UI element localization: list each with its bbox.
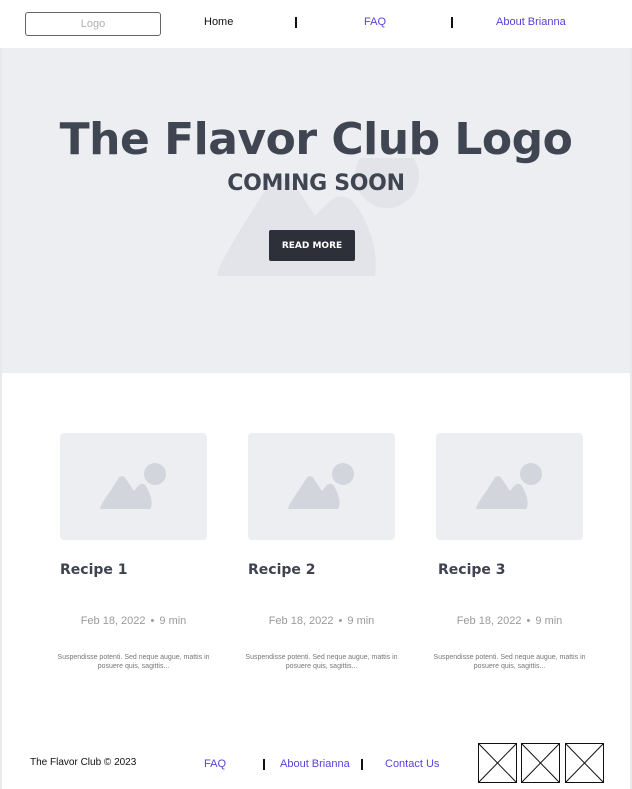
recipe-image[interactable] bbox=[436, 433, 583, 540]
recipe-title[interactable]: Recipe 1 bbox=[60, 562, 128, 578]
recipe-duration: 9 min bbox=[159, 615, 187, 627]
image-placeholder-icon bbox=[288, 463, 354, 509]
hero-section: The Flavor Club Logo COMING SOON READ MO… bbox=[2, 48, 630, 373]
footer-separator bbox=[361, 759, 363, 770]
recipe-duration: 9 min bbox=[347, 615, 375, 627]
image-placeholder-icon bbox=[100, 463, 166, 509]
meta-separator: • bbox=[526, 615, 531, 627]
recipe-excerpt: Suspendisse potenti. Sed neque augue, ma… bbox=[433, 654, 586, 670]
logo-placeholder[interactable]: Logo bbox=[25, 12, 161, 36]
meta-separator: • bbox=[150, 615, 155, 627]
recipe-date: Feb 18, 2022 bbox=[268, 615, 334, 627]
nav-link-about[interactable]: About Brianna bbox=[496, 16, 566, 28]
meta-separator: • bbox=[338, 615, 343, 627]
recipe-date: Feb 18, 2022 bbox=[456, 615, 522, 627]
read-more-button[interactable]: READ MORE bbox=[269, 230, 355, 261]
recipe-excerpt: Suspendisse potenti. Sed neque augue, ma… bbox=[57, 654, 210, 670]
footer-copyright: The Flavor Club © 2023 bbox=[30, 757, 137, 768]
recipe-title[interactable]: Recipe 3 bbox=[438, 562, 506, 578]
recipe-card[interactable]: Recipe 2 Feb 18, 2022 • 9 min Suspendisse … bbox=[245, 433, 398, 670]
image-placeholder-icon bbox=[476, 463, 542, 509]
recipe-date: Feb 18, 2022 bbox=[80, 615, 146, 627]
footer-link-contact[interactable]: Contact Us bbox=[385, 758, 439, 770]
recipe-meta: Feb 18, 2022 • 9 min bbox=[248, 615, 395, 627]
hero-subtitle: COMING SOON bbox=[227, 171, 405, 196]
recipe-meta: Feb 18, 2022 • 9 min bbox=[436, 615, 583, 627]
nav-separator bbox=[451, 17, 453, 28]
site-header: Logo Home FAQ About Brianna bbox=[0, 0, 632, 48]
hero-title: The Flavor Club Logo bbox=[59, 114, 573, 165]
nav-separator bbox=[295, 17, 297, 28]
footer-link-faq[interactable]: FAQ bbox=[204, 758, 226, 770]
social-placeholder-icon[interactable] bbox=[565, 743, 604, 783]
footer-separator bbox=[263, 759, 265, 770]
recipe-meta: Feb 18, 2022 • 9 min bbox=[60, 615, 207, 627]
recipe-duration: 9 min bbox=[535, 615, 563, 627]
nav-link-home[interactable]: Home bbox=[204, 16, 233, 28]
recipe-card[interactable]: Recipe 1 Feb 18, 2022 • 9 min Suspendisse … bbox=[57, 433, 210, 670]
social-placeholder-icon[interactable] bbox=[521, 743, 560, 783]
recipe-image[interactable] bbox=[60, 433, 207, 540]
recipe-excerpt: Suspendisse potenti. Sed neque augue, ma… bbox=[245, 654, 398, 670]
social-placeholder-icon[interactable] bbox=[478, 743, 517, 783]
recipe-card[interactable]: Recipe 3 Feb 18, 2022 • 9 min Suspendisse … bbox=[433, 433, 586, 670]
recipe-image[interactable] bbox=[248, 433, 395, 540]
recipe-title[interactable]: Recipe 2 bbox=[248, 562, 316, 578]
footer-link-about[interactable]: About Brianna bbox=[280, 758, 350, 770]
nav-link-faq[interactable]: FAQ bbox=[364, 16, 386, 28]
